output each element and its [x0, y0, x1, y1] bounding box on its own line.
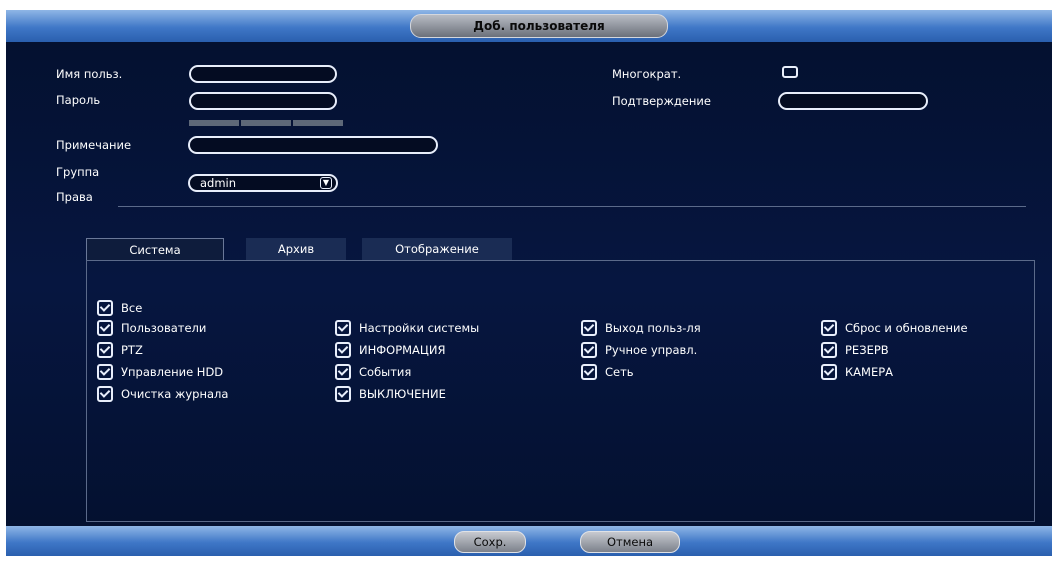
checked-checkbox-icon[interactable]: [581, 364, 597, 380]
chevron-down-icon[interactable]: ▼: [320, 177, 332, 189]
checked-checkbox-icon[interactable]: [335, 386, 351, 402]
add-user-dialog: Доб. пользователя Имя польз. Пароль Мног…: [6, 10, 1052, 556]
checked-checkbox-icon[interactable]: [97, 320, 113, 336]
username-input[interactable]: [189, 65, 337, 83]
multi-login-checkbox[interactable]: [782, 66, 798, 78]
username-label: Имя польз.: [56, 67, 123, 81]
password-label: Пароль: [56, 93, 101, 107]
tab-bar: Система Архив Отображение: [86, 238, 1035, 261]
checked-checkbox-icon[interactable]: [581, 320, 597, 336]
memo-label: Примечание: [56, 138, 132, 152]
cancel-button[interactable]: Отмена: [580, 531, 680, 553]
perm-item[interactable]: Пользователи: [97, 320, 206, 336]
group-value: admin: [200, 176, 237, 190]
tab-archive[interactable]: Архив: [246, 238, 346, 260]
perm-item[interactable]: Выход польз-ля: [581, 320, 701, 336]
password-input[interactable]: [189, 92, 337, 110]
password-strength-meter: [189, 120, 343, 126]
group-label: Группа: [56, 165, 100, 179]
tab-display[interactable]: Отображение: [362, 238, 512, 260]
checked-checkbox-icon[interactable]: [335, 364, 351, 380]
perm-item[interactable]: КАМЕРА: [821, 364, 893, 380]
save-button[interactable]: Сохр.: [454, 531, 526, 553]
memo-input[interactable]: [188, 136, 438, 154]
perm-item[interactable]: Управление HDD: [97, 364, 223, 380]
confirm-password-input[interactable]: [778, 92, 928, 110]
perm-item[interactable]: Сеть: [581, 364, 634, 380]
tab-system[interactable]: Система: [86, 238, 224, 260]
perm-item[interactable]: События: [335, 364, 411, 380]
title-bar: Доб. пользователя: [6, 10, 1052, 42]
dialog-title: Доб. пользователя: [410, 14, 668, 38]
perm-item[interactable]: РЕЗЕРВ: [821, 342, 889, 358]
checked-checkbox-icon[interactable]: [335, 342, 351, 358]
perm-item[interactable]: PTZ: [97, 342, 143, 358]
checked-checkbox-icon[interactable]: [97, 342, 113, 358]
perm-item[interactable]: Очистка журнала: [97, 386, 228, 402]
perm-item[interactable]: Настройки системы: [335, 320, 479, 336]
footer-bar: Сохр. Отмена: [6, 526, 1052, 556]
checked-checkbox-icon[interactable]: [821, 364, 837, 380]
divider: [118, 206, 1026, 207]
perm-item[interactable]: ИНФОРМАЦИЯ: [335, 342, 445, 358]
rights-label: Права: [56, 190, 93, 204]
perm-item[interactable]: Ручное управл.: [581, 342, 697, 358]
perm-all[interactable]: Все: [97, 300, 142, 316]
checked-checkbox-icon[interactable]: [581, 342, 597, 358]
checked-checkbox-icon[interactable]: [335, 320, 351, 336]
checked-checkbox-icon[interactable]: [97, 364, 113, 380]
checked-checkbox-icon[interactable]: [821, 320, 837, 336]
perm-item[interactable]: Сброс и обновление: [821, 320, 968, 336]
perm-item[interactable]: ВЫКЛЮЧЕНИЕ: [335, 386, 446, 402]
permissions-panel: Все Пользователи PTZ Управление HDD Очис…: [86, 260, 1035, 522]
checked-checkbox-icon[interactable]: [97, 386, 113, 402]
multi-login-label: Многократ.: [612, 67, 682, 81]
checked-checkbox-icon[interactable]: [821, 342, 837, 358]
confirm-label: Подтверждение: [612, 94, 711, 108]
group-select[interactable]: admin ▼: [188, 174, 338, 192]
checked-checkbox-icon[interactable]: [97, 300, 113, 316]
